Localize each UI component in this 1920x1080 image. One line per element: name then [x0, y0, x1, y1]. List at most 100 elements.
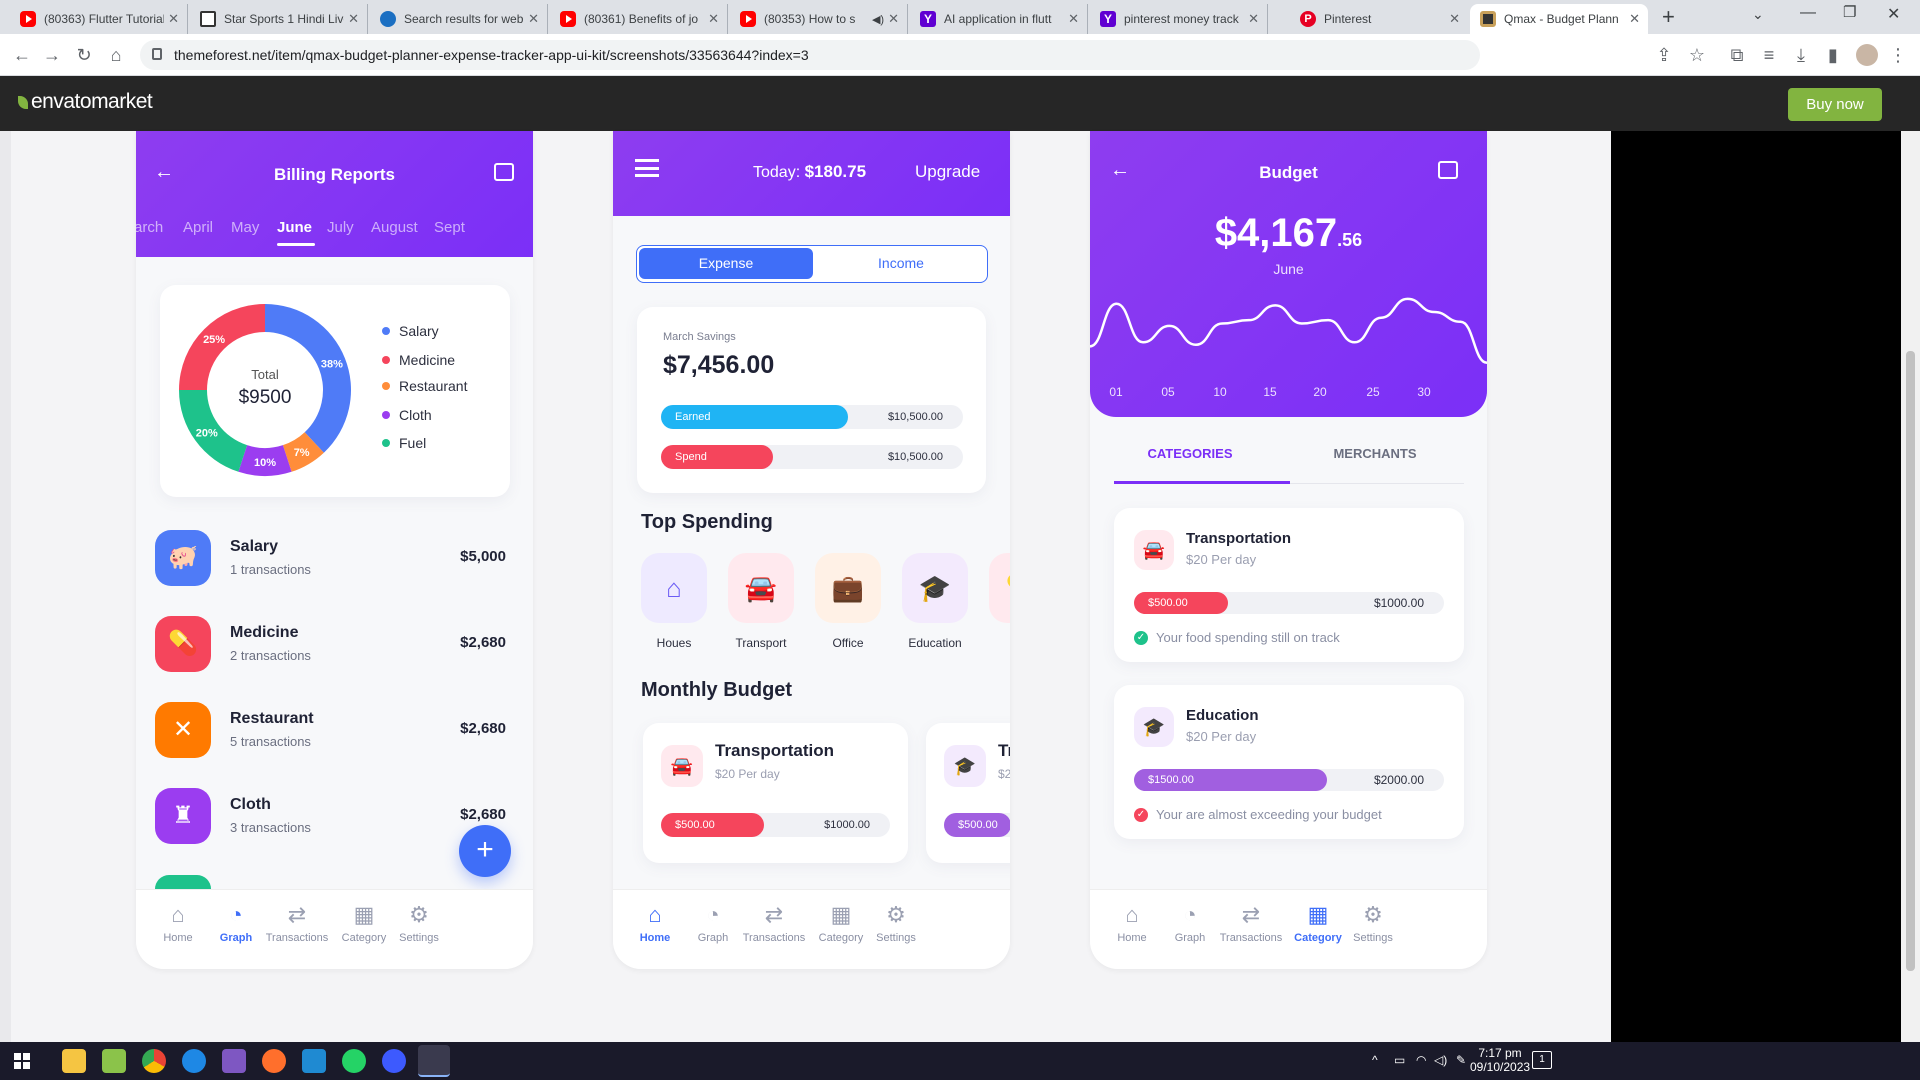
upgrade-link[interactable]: Upgrade	[915, 162, 980, 182]
bookmark-star-icon[interactable]: ☆	[1685, 43, 1709, 67]
nav-graph[interactable]: ◔ Graph	[201, 904, 271, 945]
tab-categories[interactable]: CATEGORIES	[1090, 446, 1290, 461]
back-arrow-icon[interactable]: ←	[154, 161, 174, 184]
close-tab-icon[interactable]: ✕	[1449, 11, 1460, 27]
home-icon[interactable]: ⌂	[104, 43, 128, 67]
browser-tab[interactable]: P Pinterest ✕	[1290, 4, 1468, 34]
transaction-row[interactable]: 💊 Medicine 2 transactions $2,680	[136, 616, 533, 686]
budget-item-card[interactable]: 🚘 Transportation $20 Per day $500.00 $1000.0…	[1114, 508, 1464, 662]
transaction-row[interactable]: ✕ Restaurant 5 transactions $2,680	[136, 702, 533, 772]
browser-tab[interactable]: (80363) Flutter Tutorial ✕	[10, 4, 188, 34]
browser-tab[interactable]: Star Sports 1 Hindi Live ✕	[190, 4, 368, 34]
windows-start-icon[interactable]	[14, 1053, 30, 1069]
nav-settings[interactable]: ⚙ Settings	[861, 904, 931, 945]
scrollbar-thumb[interactable]	[1906, 351, 1915, 971]
media-control-icon[interactable]: ≡	[1757, 43, 1781, 67]
close-tab-icon[interactable]: ✕	[1248, 11, 1259, 27]
android-studio-icon[interactable]	[382, 1049, 406, 1073]
app-icon[interactable]	[102, 1049, 126, 1073]
volume-icon[interactable]: ◁)	[1434, 1053, 1447, 1067]
visual-studio-icon[interactable]	[222, 1049, 246, 1073]
reload-icon[interactable]: ↻	[72, 43, 96, 67]
budget-item-card[interactable]: 🎓 Education $20 Per day $1500.00 $2000.00 ✓ Yo…	[1114, 685, 1464, 839]
tab-search-icon[interactable]: ⌄	[1752, 6, 1764, 23]
chrome-icon[interactable]	[142, 1049, 166, 1073]
side-panel-icon[interactable]: ▮	[1821, 43, 1845, 67]
expense-toggle-button[interactable]: Expense	[639, 248, 813, 279]
month-tab-august[interactable]: August	[371, 219, 418, 236]
month-tab-july[interactable]: July	[327, 219, 354, 236]
tab-merchants[interactable]: MERCHANTS	[1275, 446, 1475, 461]
spending-category-transport[interactable]: 🚘 Transport	[728, 553, 814, 663]
close-tab-icon[interactable]: ✕	[708, 11, 719, 27]
download-icon[interactable]: ⤓	[1789, 43, 1813, 67]
spending-category-office[interactable]: 💼 Office	[815, 553, 901, 663]
file-explorer-icon[interactable]	[62, 1049, 86, 1073]
pen-icon[interactable]: ✎	[1456, 1053, 1466, 1067]
legend-dot	[382, 356, 390, 364]
spending-category-education[interactable]: 🎓 Education	[902, 553, 988, 663]
tray-chevron-icon[interactable]: ^	[1372, 1053, 1378, 1067]
wifi-icon[interactable]: ◠	[1416, 1053, 1426, 1067]
close-window-icon[interactable]: ✕	[1887, 4, 1900, 24]
budget-card[interactable]: 🚘 Transportation $20 Per day $500.00 $1000.0…	[643, 723, 908, 863]
speaker-icon[interactable]: ◀)	[872, 13, 884, 26]
nav-graph[interactable]: ◔ Graph	[678, 904, 748, 945]
add-fab-button[interactable]: +	[459, 825, 511, 877]
minimize-icon[interactable]: —	[1800, 4, 1816, 22]
close-tab-icon[interactable]: ✕	[1629, 11, 1640, 27]
spending-category-med[interactable]: 💊Med	[989, 553, 1010, 663]
hamburger-menu-icon[interactable]	[635, 159, 659, 177]
transaction-row[interactable]: 🐖 Salary 1 transactions $5,000	[136, 530, 533, 600]
profile-avatar[interactable]	[1856, 44, 1878, 66]
browser-tab[interactable]: Search results for web ✕	[370, 4, 548, 34]
nav-graph[interactable]: ◔ Graph	[1155, 904, 1225, 945]
nav-transactions[interactable]: ⇄ Transactions	[739, 904, 809, 945]
buy-now-button[interactable]: Buy now	[1788, 88, 1882, 121]
spending-category-houes[interactable]: ⌂ Houes	[641, 553, 727, 663]
calendar-icon[interactable]	[494, 163, 514, 181]
browser-tab[interactable]: Y AI application in flutt ✕	[910, 4, 1088, 34]
nav-label: Settings	[1353, 932, 1393, 944]
notifications-icon[interactable]: 1	[1532, 1051, 1552, 1069]
income-toggle-button[interactable]: Income	[815, 248, 987, 279]
url-input[interactable]: themeforest.net/item/qmax-budget-planner…	[140, 40, 1480, 70]
menu-dots-icon[interactable]: ⋮	[1886, 43, 1910, 67]
battery-icon[interactable]: ▭	[1394, 1053, 1405, 1067]
vscode-icon[interactable]	[302, 1049, 326, 1073]
close-tab-icon[interactable]: ✕	[168, 11, 179, 27]
nav-settings[interactable]: ⚙ Settings	[384, 904, 454, 945]
restore-icon[interactable]: ❐	[1843, 3, 1856, 21]
back-arrow-icon[interactable]: ←	[1110, 159, 1130, 182]
envato-logo[interactable]: envatomarket	[18, 90, 153, 114]
share-icon[interactable]: ⇪	[1652, 43, 1676, 67]
close-tab-icon[interactable]: ✕	[888, 11, 899, 27]
edge-icon[interactable]	[182, 1049, 206, 1073]
month-tab-arch[interactable]: arch	[136, 219, 163, 236]
month-tab-april[interactable]: April	[183, 219, 213, 236]
calendar-icon[interactable]	[1438, 161, 1458, 179]
extensions-icon[interactable]: ⧉	[1725, 43, 1749, 67]
postman-icon[interactable]	[262, 1049, 286, 1073]
close-tab-icon[interactable]: ✕	[348, 11, 359, 27]
budget-card[interactable]: 🎓 Tra $20 $500.00	[926, 723, 1010, 863]
new-tab-icon[interactable]: +	[1662, 4, 1675, 30]
chrome-active-icon[interactable]	[418, 1045, 450, 1077]
month-tab-may[interactable]: May	[231, 219, 259, 236]
clock[interactable]: 7:17 pm 09/10/2023	[1470, 1046, 1530, 1074]
page-scrollbar[interactable]	[1901, 131, 1920, 1042]
month-tab-sept[interactable]: Sept	[434, 219, 465, 236]
back-icon[interactable]: ←	[10, 43, 34, 67]
forward-icon[interactable]: →	[40, 43, 64, 67]
browser-tab[interactable]: (80353) How to s ◀) ✕	[730, 4, 908, 34]
nav-transactions[interactable]: ⇄ Transactions	[262, 904, 332, 945]
whatsapp-icon[interactable]	[342, 1049, 366, 1073]
browser-tab[interactable]: Ypinterest money track ✕	[1090, 4, 1268, 34]
close-tab-icon[interactable]: ✕	[1068, 11, 1079, 27]
browser-tab[interactable]: (80361) Benefits of jo ✕	[550, 4, 728, 34]
nav-transactions[interactable]: ⇄ Transactions	[1216, 904, 1286, 945]
nav-settings[interactable]: ⚙ Settings	[1338, 904, 1408, 945]
close-tab-icon[interactable]: ✕	[528, 11, 539, 27]
browser-tab-active[interactable]: Qmax - Budget Plann ✕	[1470, 4, 1648, 34]
month-tab-june[interactable]: June	[277, 219, 312, 236]
